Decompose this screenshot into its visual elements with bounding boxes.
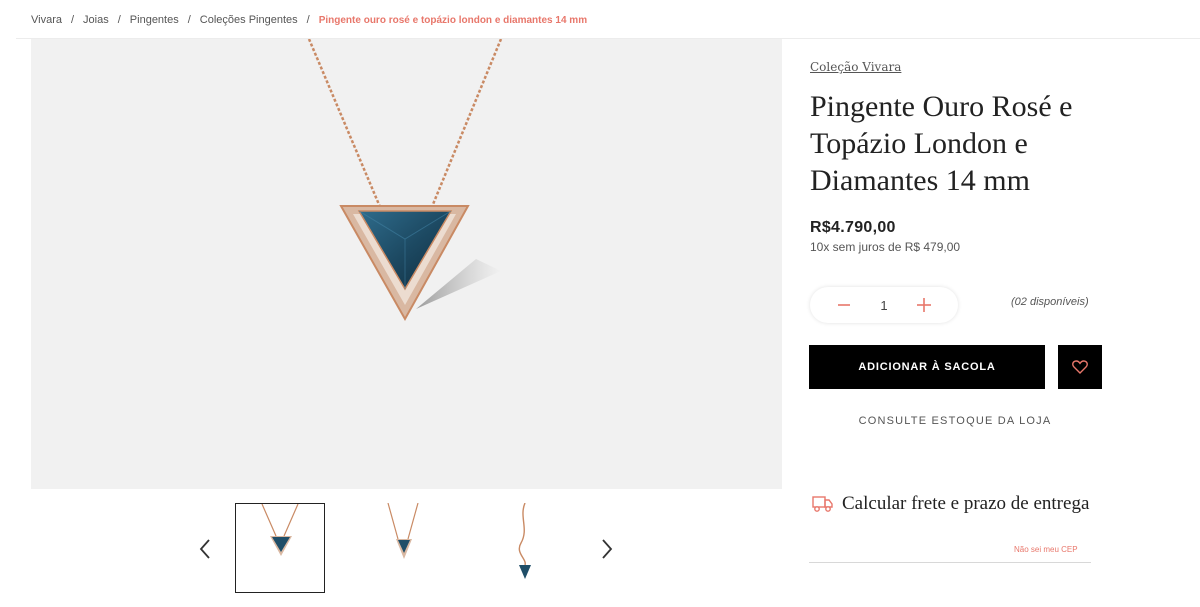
product-price: R$4.790,00 — [810, 219, 896, 236]
breadcrumb-item-joias[interactable]: Joias — [83, 14, 109, 26]
thumbnail-side[interactable] — [481, 502, 571, 593]
shipping-title: Calcular frete e prazo de entrega — [842, 493, 1090, 514]
breadcrumb-item-vivara[interactable]: Vivara — [31, 14, 62, 26]
no-cep-link[interactable]: Não sei meu CEP — [1014, 545, 1078, 554]
breadcrumb-item-colecoes-pingentes[interactable]: Coleções Pingentes — [200, 14, 298, 26]
increase-quantity-button[interactable] — [913, 294, 935, 316]
main-product-image[interactable] — [31, 39, 782, 489]
breadcrumb-separator: / — [70, 14, 75, 26]
collection-link[interactable]: Coleção Vivara — [810, 60, 901, 74]
decrease-quantity-button[interactable] — [833, 294, 855, 316]
add-to-bag-button[interactable]: ADICIONAR À SACOLA — [809, 345, 1045, 389]
chevron-right-icon[interactable] — [592, 534, 622, 564]
installments-info: 10x sem juros de R$ 479,00 — [810, 240, 961, 254]
plus-icon — [916, 298, 931, 312]
quantity-value[interactable]: 1 — [874, 298, 894, 313]
product-title: Pingente Ouro Rosé e Topázio London e Di… — [810, 90, 1073, 197]
thumbnail-image — [261, 503, 299, 556]
shipping-calculator-header: Calcular frete e prazo de entrega — [812, 493, 1089, 515]
thumbnail-image — [518, 502, 531, 579]
minus-icon — [838, 304, 851, 306]
quantity-stepper: 1 — [810, 287, 958, 323]
pendant-illustration — [307, 39, 503, 322]
chevron-left-icon[interactable] — [190, 534, 220, 564]
truck-icon — [812, 496, 833, 512]
thumbnail-image — [387, 502, 419, 559]
heart-icon — [1072, 360, 1088, 374]
breadcrumb-item-pingentes[interactable]: Pingentes — [130, 14, 179, 26]
breadcrumb-separator: / — [187, 14, 191, 26]
thumbnail-front[interactable] — [235, 503, 325, 593]
wishlist-button[interactable] — [1058, 345, 1102, 389]
availability-text: (02 disponíveis) — [1011, 296, 1089, 308]
breadcrumb-current: Pingente ouro rosé e topázio london e di… — [318, 14, 588, 26]
thumbnail-gallery — [186, 500, 626, 600]
check-store-stock-link[interactable]: CONSULTE ESTOQUE DA LOJA — [809, 415, 1101, 427]
breadcrumb-separator: / — [306, 14, 310, 26]
breadcrumb-separator: / — [117, 14, 121, 26]
breadcrumb: Vivara / Joias / Pingentes / Coleções Pi… — [31, 14, 587, 26]
thumbnail-angle[interactable] — [358, 502, 448, 593]
